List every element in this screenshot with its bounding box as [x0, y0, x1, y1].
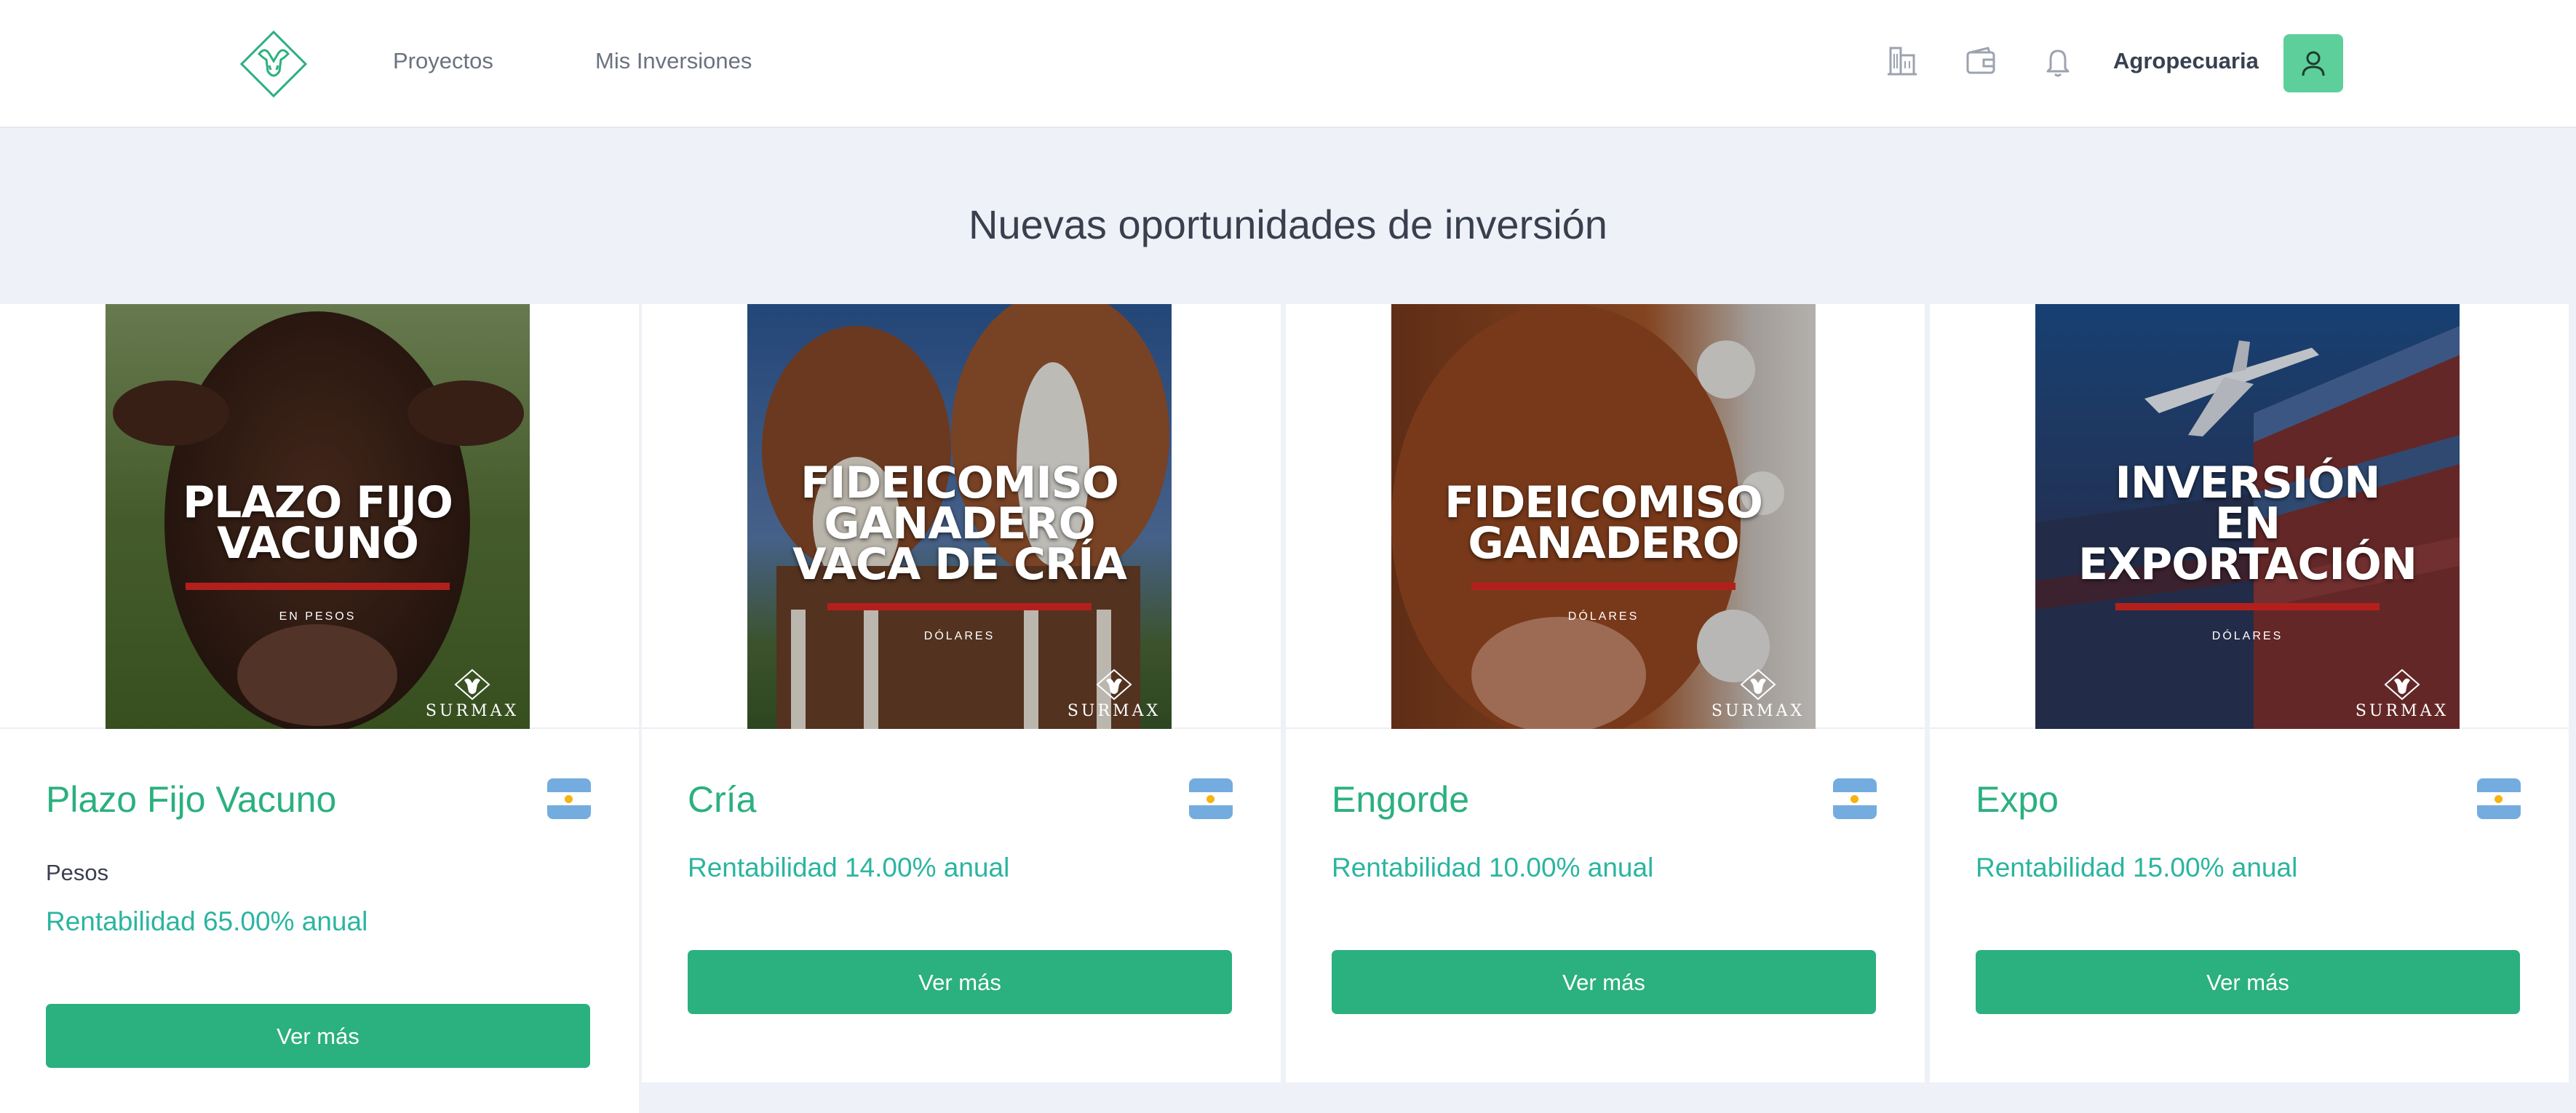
top-navbar: Proyectos Mis Inversiones Agropecuaria — [0, 0, 2576, 128]
poster-brand: SURMAX — [2355, 669, 2449, 720]
argentina-flag-icon — [1189, 778, 1233, 819]
poster-divider — [827, 603, 1092, 610]
page-title: Nuevas oportunidades de inversión — [969, 202, 1607, 247]
poster-subtitle: DÓLARES — [923, 630, 995, 642]
investment-card-plazo-fijo-vacuno: PLAZO FIJO VACUNO EN PESOS SURMAX Plazo … — [0, 304, 639, 1113]
poster-image: PLAZO FIJO VACUNO EN PESOS SURMAX — [106, 304, 530, 729]
card-currency: Pesos — [46, 860, 109, 885]
argentina-flag-icon — [547, 778, 591, 819]
ver-mas-button[interactable]: Ver más — [688, 950, 1232, 1014]
investment-card-engorde: FIDEICOMISO GANADERO DÓLARES SURMAX Engo… — [1286, 304, 1925, 1082]
bell-icon[interactable] — [2040, 44, 2075, 79]
card-rentabilidad: Rentabilidad 15.00% anual — [1976, 853, 2298, 882]
poster-image: FIDEICOMISO GANADERO DÓLARES SURMAX — [1391, 304, 1816, 729]
card-rentabilidad: Rentabilidad 10.00% anual — [1332, 853, 1654, 882]
poster-divider — [2115, 603, 2380, 610]
card-title: Engorde — [1332, 779, 1470, 820]
poster-brand: SURMAX — [1711, 669, 1805, 720]
poster-title: FIDEICOMISO GANADERO — [1444, 477, 1763, 569]
poster-subtitle: DÓLARES — [1567, 610, 1639, 623]
card-rentabilidad: Rentabilidad 14.00% anual — [688, 853, 1010, 882]
card-title: Cría — [688, 779, 757, 820]
poster-title: INVERSIÓN EN EXPORTACIÓN — [2078, 458, 2417, 590]
ver-mas-button[interactable]: Ver más — [1332, 950, 1876, 1014]
card-title: Expo — [1976, 779, 2059, 820]
card-title: Plazo Fijo Vacuno — [46, 779, 337, 820]
logo[interactable] — [237, 29, 310, 99]
poster-image: FIDEICOMISO GANADERO VACA DE CRÍA DÓLARE… — [747, 304, 1172, 729]
argentina-flag-icon — [1833, 778, 1877, 819]
wallet-icon[interactable] — [1963, 44, 1998, 79]
poster-subtitle: DÓLARES — [2211, 630, 2283, 642]
bull-logo-icon — [2384, 669, 2420, 701]
poster-brand: SURMAX — [1067, 669, 1161, 720]
poster-divider — [186, 583, 450, 590]
investment-card-expo: INVERSIÓN EN EXPORTACIÓN DÓLARES SURMAX … — [1930, 304, 2569, 1082]
card-rentabilidad: Rentabilidad 65.00% anual — [46, 906, 368, 936]
username[interactable]: Agropecuaria — [2113, 48, 2259, 74]
ver-mas-button[interactable]: Ver más — [1976, 950, 2520, 1014]
poster-subtitle: EN PESOS — [279, 610, 357, 623]
argentina-flag-icon — [2477, 778, 2521, 819]
poster-title: PLAZO FIJO VACUNO — [183, 477, 453, 569]
bull-logo-icon — [454, 669, 490, 701]
nav-proyectos[interactable]: Proyectos — [393, 48, 493, 74]
poster-brand: SURMAX — [425, 669, 520, 720]
nav-mis-inversiones[interactable]: Mis Inversiones — [595, 48, 752, 74]
bull-logo-icon — [1096, 669, 1132, 701]
bull-logo-icon — [1740, 669, 1776, 701]
poster-title: FIDEICOMISO GANADERO VACA DE CRÍA — [792, 458, 1127, 590]
poster-divider — [1471, 583, 1736, 590]
profile-button[interactable] — [2283, 34, 2343, 92]
investment-card-cria: FIDEICOMISO GANADERO VACA DE CRÍA DÓLARE… — [642, 304, 1281, 1082]
poster-image: INVERSIÓN EN EXPORTACIÓN DÓLARES SURMAX — [2035, 304, 2460, 729]
user-icon — [2302, 51, 2325, 76]
building-icon[interactable] — [1885, 44, 1920, 79]
ver-mas-button[interactable]: Ver más — [46, 1004, 590, 1068]
